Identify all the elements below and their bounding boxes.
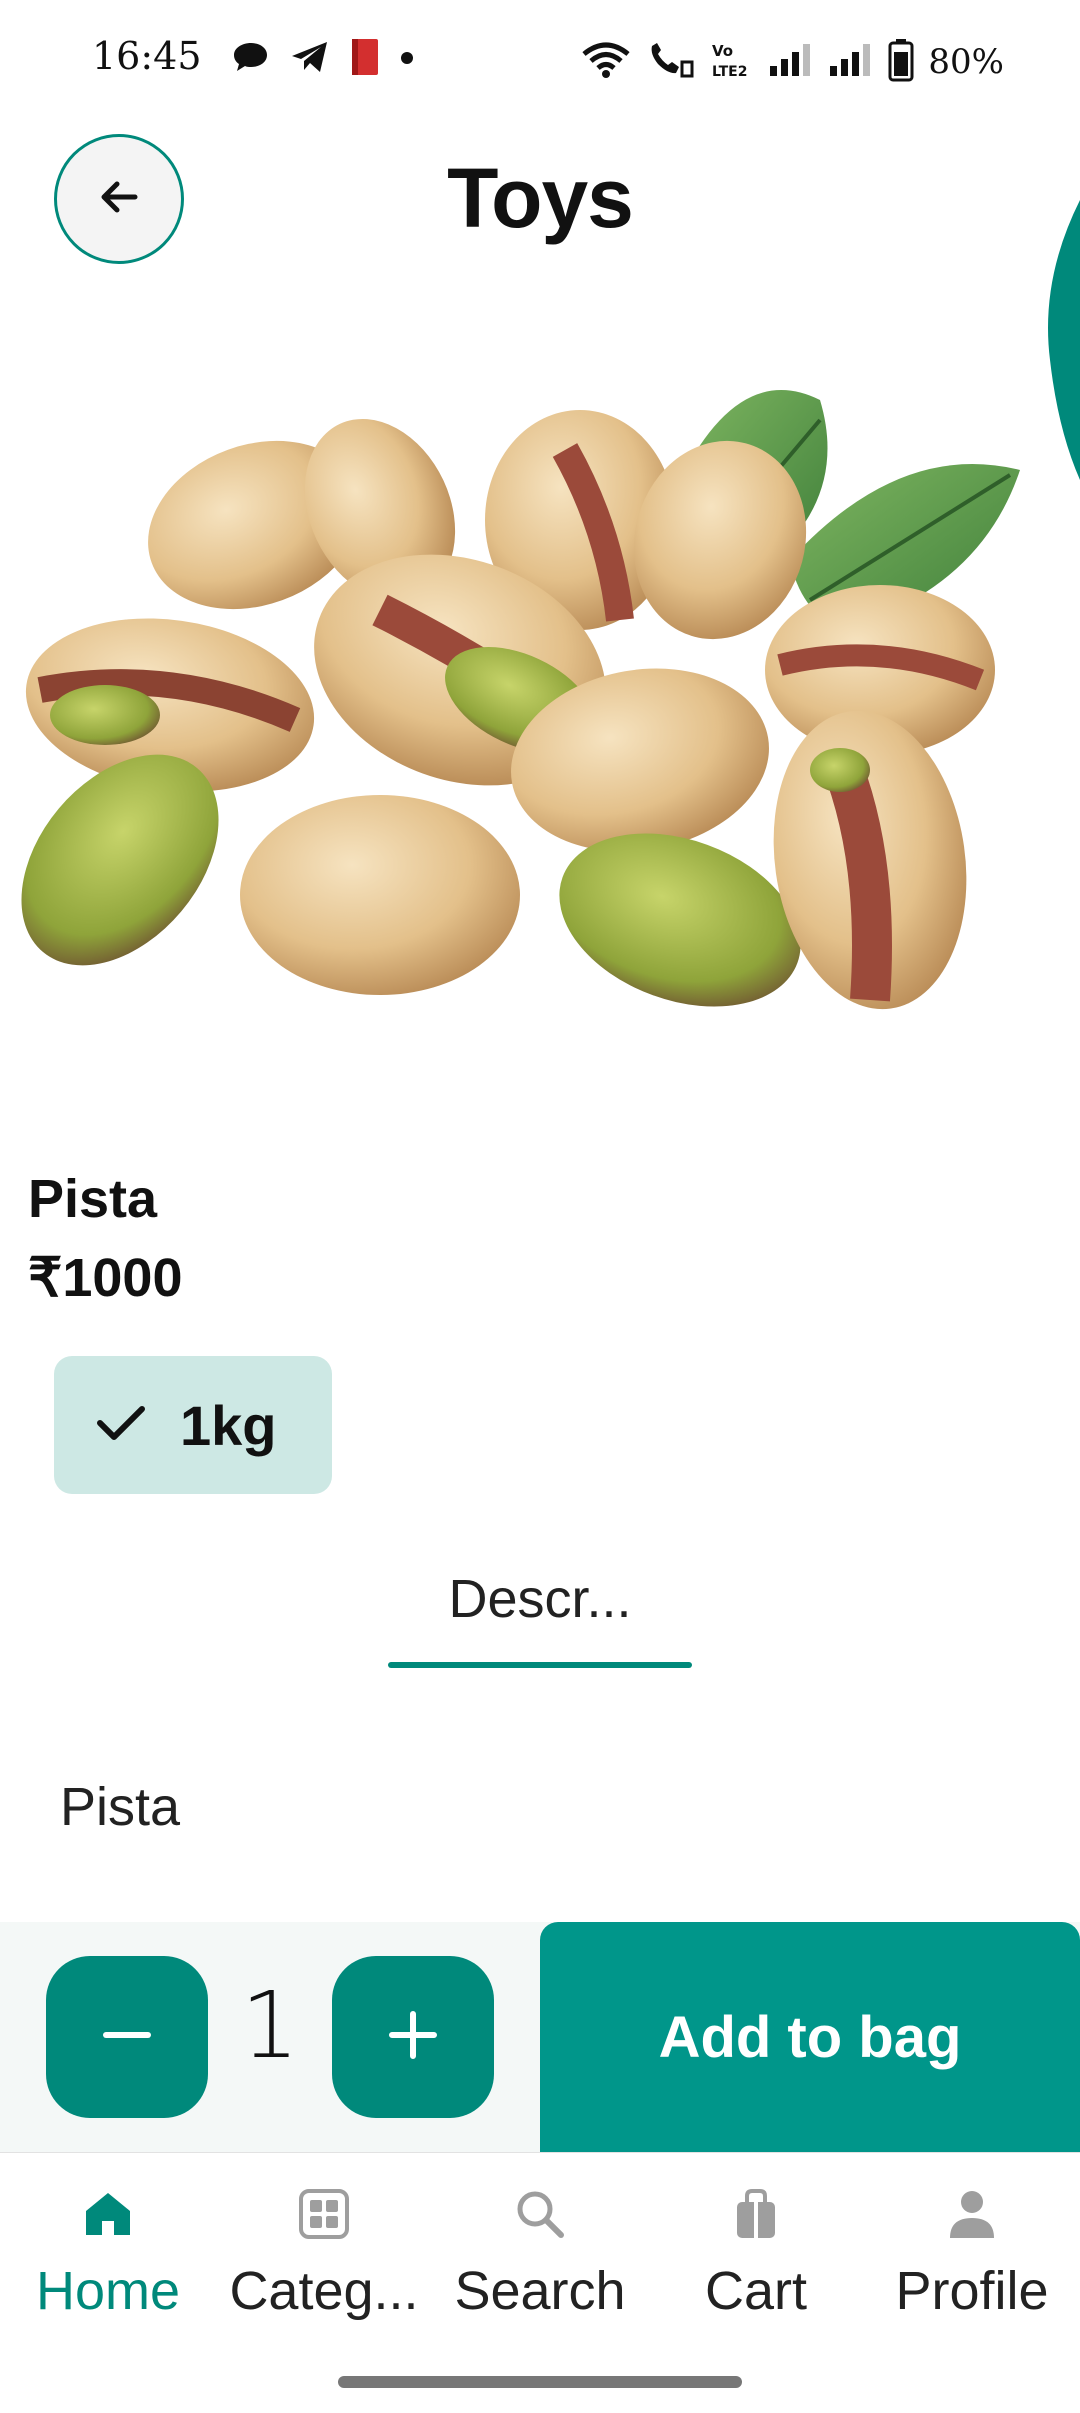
page-title: Toys	[447, 151, 634, 245]
nav-label-profile: Profile	[895, 2261, 1049, 2321]
gesture-home-indicator[interactable]	[338, 2376, 742, 2388]
product-name: Pista	[28, 1169, 158, 1229]
home-icon	[80, 2186, 136, 2242]
svg-text:Vo: Vo	[712, 42, 733, 60]
categories-icon	[296, 2186, 352, 2242]
nav-item-search[interactable]: Search	[432, 2186, 648, 2326]
nav-item-cart[interactable]: Cart	[648, 2186, 864, 2326]
product-image	[21, 390, 1020, 1010]
nav-item-home[interactable]: Home	[0, 2186, 216, 2326]
nav-item-profile[interactable]: Profile	[864, 2186, 1080, 2326]
nav-item-categories[interactable]: Categ...	[216, 2186, 432, 2326]
chat-bubble-icon	[232, 40, 270, 78]
status-time: 16:45	[92, 34, 202, 78]
signal-icon	[768, 42, 814, 82]
bag-icon	[728, 2186, 784, 2242]
product-price: ₹1000	[28, 1248, 183, 1308]
volte-icon: Vo LTE2	[710, 40, 754, 84]
quantity-value: 1	[240, 1972, 300, 2079]
minus-icon	[100, 2008, 154, 2066]
system-status-icons: Vo LTE2 80%	[580, 38, 1004, 86]
book-icon	[350, 38, 380, 80]
wifi-icon	[580, 40, 632, 84]
variant-chip-selected[interactable]: 1kg	[54, 1356, 332, 1494]
increase-quantity-button[interactable]	[332, 1956, 494, 2118]
wifi-call-icon	[646, 40, 696, 84]
nav-label-home: Home	[35, 2261, 181, 2321]
variant-label: 1kg	[180, 1393, 277, 1457]
battery-icon	[888, 38, 914, 86]
description-text: Pista	[60, 1777, 181, 1837]
decrease-quantity-button[interactable]	[46, 1956, 208, 2118]
tab-active-indicator	[388, 1662, 692, 1668]
nav-label-cart: Cart	[704, 2261, 807, 2321]
telegram-icon	[290, 39, 330, 79]
battery-percent: 80%	[928, 42, 1004, 82]
tab-description[interactable]: Descr...	[388, 1560, 692, 1672]
notification-icons	[232, 38, 414, 80]
signal-icon	[828, 42, 874, 82]
tab-label: Descr...	[448, 1569, 632, 1629]
plus-icon	[386, 2008, 440, 2066]
nav-label-search: Search	[454, 2261, 626, 2321]
search-icon	[512, 2186, 568, 2242]
nav-label-categories: Categ...	[229, 2261, 419, 2321]
add-to-bag-button[interactable]: Add to bag	[540, 1922, 1080, 2152]
status-bar: 16:45 Vo LTE2 80%	[0, 0, 1080, 120]
svg-text:LTE2: LTE2	[712, 64, 747, 80]
profile-icon	[944, 2186, 1000, 2242]
check-icon	[96, 1403, 146, 1447]
dot-icon	[400, 50, 414, 69]
